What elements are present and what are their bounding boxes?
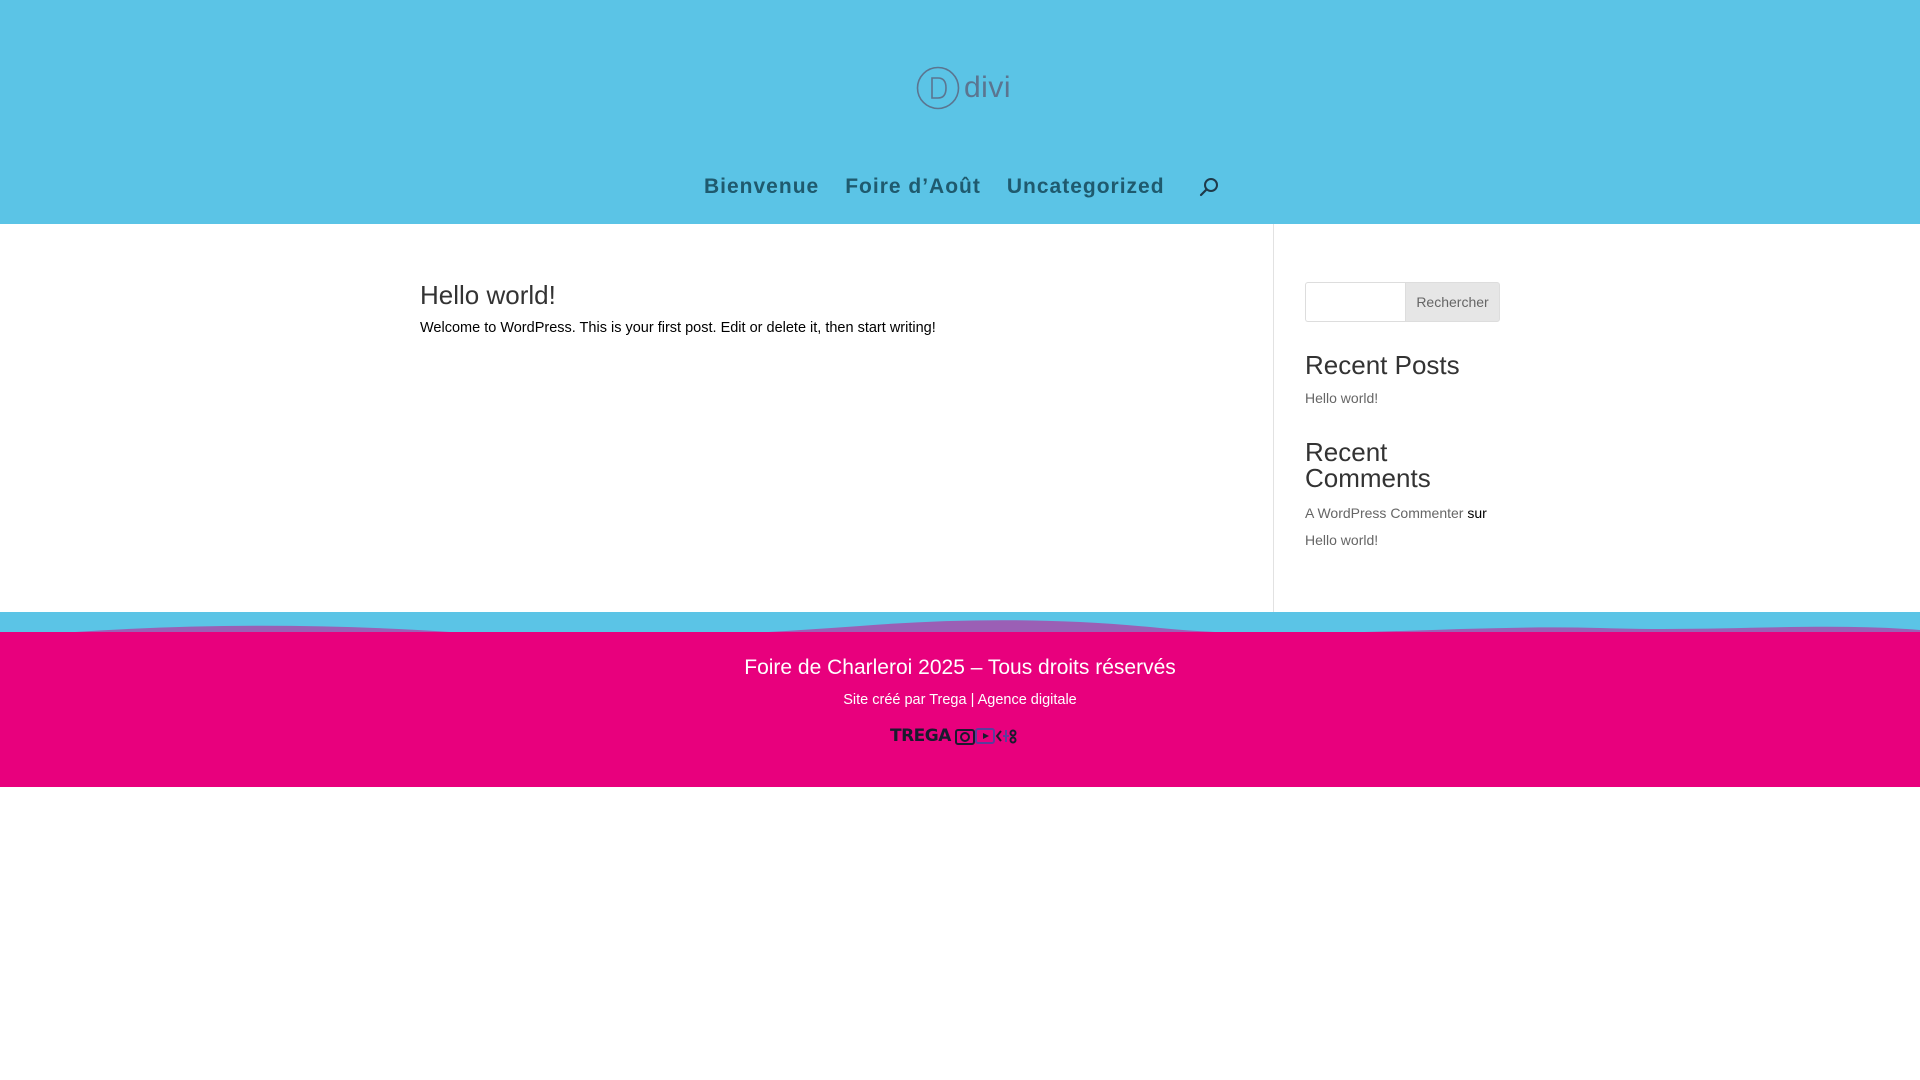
recent-posts-title: Recent Posts [1305, 350, 1460, 380]
footer-credit: Site créé par Trega | Agence digitale [0, 692, 1920, 708]
trega-logo-text: TREGA [890, 726, 951, 746]
play-icon [974, 728, 995, 744]
search-button[interactable]: Rechercher [1405, 282, 1500, 322]
code-icon [995, 729, 1017, 744]
site-footer: Foire de Charleroi 2025 – Tous droits ré… [0, 612, 1920, 787]
sidebar-search-form: Rechercher [1305, 282, 1500, 322]
comment-post-link[interactable]: Hello world! [1305, 532, 1378, 548]
footer-copyright: Foire de Charleroi 2025 – Tous droits ré… [744, 656, 1176, 679]
nav-item-uncategorized[interactable]: Uncategorized [1007, 175, 1165, 199]
main-content [0, 224, 1920, 614]
credit-prefix: Site créé par [843, 692, 930, 708]
credit-link[interactable]: Trega | Agence digitale [929, 692, 1077, 708]
post-excerpt: Welcome to WordPress. This is your first… [420, 320, 936, 336]
divi-d-icon [916, 66, 960, 110]
sidebar-search-input[interactable] [1305, 282, 1405, 322]
main-nav: Bienvenue Foire d’Août Uncategorized [704, 172, 1191, 202]
post-title[interactable]: Hello world! [420, 280, 556, 311]
logo-text: divi [964, 71, 1012, 104]
recent-comment-item: A WordPress Commenter sur [1305, 505, 1487, 521]
recent-post-link[interactable]: Hello world! [1305, 390, 1378, 406]
comment-connector: sur [1467, 505, 1487, 521]
site-header: divi Bienvenue Foire d’Août Uncategorize… [0, 0, 1920, 224]
comment-author-link[interactable]: A WordPress Commenter [1305, 505, 1463, 521]
footer-partner-logos[interactable]: TREGA [890, 724, 1030, 748]
sidebar-divider [1273, 224, 1274, 614]
search-icon[interactable] [1198, 176, 1220, 198]
nav-item-foire-daout[interactable]: Foire d’Août [845, 175, 981, 199]
nav-item-bienvenue[interactable]: Bienvenue [704, 175, 819, 199]
recent-comments-title: Recent Comments [1305, 437, 1431, 493]
site-logo[interactable]: divi [916, 64, 1012, 112]
camera-icon [954, 729, 975, 745]
